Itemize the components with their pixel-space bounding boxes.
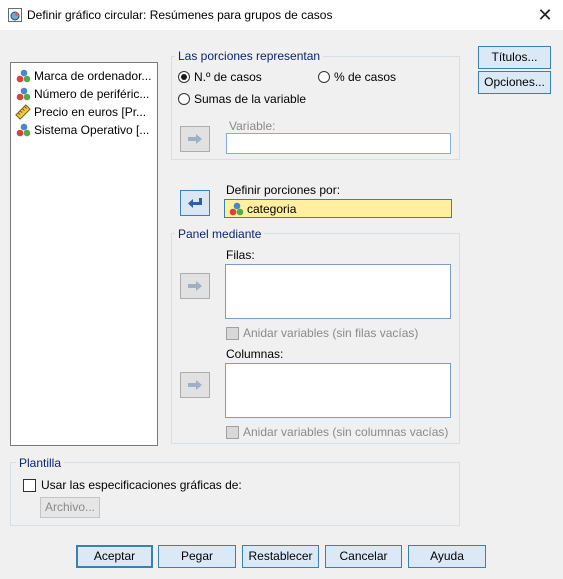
nest-rows-checkbox[interactable] [226, 327, 239, 340]
variable-label: Variable: [229, 119, 276, 133]
move-slices-button[interactable] [180, 190, 210, 216]
sum-variable-label: Sumas de la variable [194, 92, 307, 106]
use-spec-checkbox[interactable] [23, 479, 36, 492]
sum-variable-radio[interactable] [178, 93, 190, 105]
nest-columns-checkbox[interactable] [226, 426, 239, 439]
slices-represent-legend: Las porciones representan [175, 49, 324, 63]
variable-label: Marca de ordenador... [34, 68, 152, 83]
rows-field[interactable] [225, 264, 451, 319]
move-columns-button[interactable] [180, 372, 210, 398]
move-rows-button[interactable] [180, 273, 210, 299]
paste-button[interactable]: Pegar [158, 545, 236, 568]
cases-percent-label: % de casos [334, 70, 397, 84]
arrow-right-icon [188, 380, 202, 390]
titles-button[interactable]: Títulos... [478, 46, 551, 69]
template-legend: Plantilla [16, 456, 65, 470]
nest-columns-label: Anidar variables (sin columnas vacías) [243, 425, 449, 439]
variable-label: Precio en euros [Pr... [34, 104, 147, 119]
move-variable-button[interactable] [180, 126, 210, 152]
columns-field[interactable] [225, 363, 451, 418]
window-title: Definir gráfico circular: Resúmenes para… [27, 8, 333, 22]
nominal-icon [16, 87, 31, 100]
options-button[interactable]: Opciones... [478, 71, 551, 94]
use-spec-label: Usar las especificaciones gráficas de: [41, 478, 242, 492]
cases-count-radio[interactable] [178, 71, 190, 83]
define-slices-label: Definir porciones por: [226, 183, 341, 197]
define-slices-field[interactable]: categoria [224, 199, 452, 218]
close-icon[interactable]: ✕ [534, 4, 556, 26]
columns-label: Columnas: [226, 347, 284, 361]
list-item[interactable]: Sistema Operativo [... [15, 121, 149, 138]
chart-app-icon [8, 8, 22, 22]
arrow-right-icon [188, 134, 202, 144]
rows-label: Filas: [226, 248, 255, 262]
scale-ruler-icon [15, 103, 31, 120]
list-item[interactable]: Número de periféric... [15, 85, 149, 102]
arrow-back-icon [188, 198, 202, 208]
title-bar: Definir gráfico circular: Resúmenes para… [0, 0, 563, 30]
cancel-button[interactable]: Cancelar [325, 545, 402, 568]
variable-label: Sistema Operativo [... [34, 122, 150, 137]
ok-button[interactable]: Aceptar [76, 545, 153, 568]
arrow-right-icon [188, 281, 202, 291]
file-button[interactable]: Archivo... [40, 497, 100, 518]
nominal-icon [16, 123, 31, 136]
variable-label: Número de periféric... [34, 86, 150, 101]
list-item[interactable]: Marca de ordenador... [15, 67, 151, 84]
nominal-icon [229, 202, 244, 215]
nominal-icon [16, 69, 31, 82]
list-item[interactable]: Precio en euros [Pr... [15, 103, 146, 120]
panel-legend: Panel mediante [175, 227, 265, 241]
reset-button[interactable]: Restablecer [242, 545, 319, 568]
nest-rows-label: Anidar variables (sin filas vacías) [243, 326, 419, 340]
define-slices-value: categoria [247, 201, 297, 216]
cases-percent-radio[interactable] [318, 71, 330, 83]
help-button[interactable]: Ayuda [408, 545, 486, 568]
variable-field[interactable] [226, 133, 451, 154]
source-variable-list[interactable]: Marca de ordenador... Número de periféri… [10, 62, 158, 446]
cases-count-label: N.º de casos [194, 70, 262, 84]
